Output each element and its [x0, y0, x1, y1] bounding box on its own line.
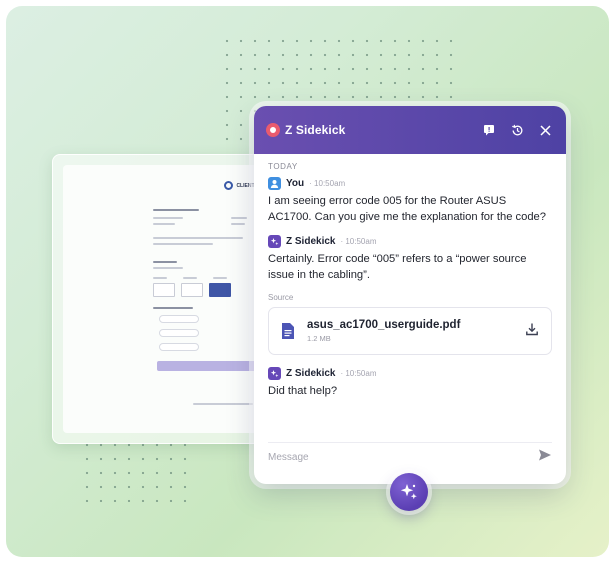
option-box: [153, 283, 175, 297]
document-icon: [282, 323, 294, 339]
chat-message: Z Sidekick · 10:50am Did that help?: [268, 367, 552, 399]
form-preview-page: CLIENT LO...: [63, 165, 273, 433]
message-input[interactable]: [268, 452, 488, 463]
history-button[interactable]: [510, 123, 524, 137]
form-subheading: [153, 307, 193, 309]
chat-brand: Z Sidekick: [266, 123, 345, 137]
form-line: [213, 277, 227, 279]
sidekick-logo-icon: [266, 123, 280, 137]
bot-avatar: [268, 367, 281, 380]
form-line: [153, 267, 183, 269]
chat-message: Z Sidekick · 10:50am Certainly. Error co…: [268, 235, 552, 283]
form-footer-line: [193, 403, 253, 405]
form-heading: [153, 209, 199, 211]
sidekick-launcher-button[interactable]: [390, 473, 428, 511]
message-sender: You: [286, 178, 305, 189]
message-time-value: 10:50am: [345, 237, 377, 246]
send-button[interactable]: [538, 448, 552, 467]
header-actions: [482, 123, 552, 137]
message-header: You · 10:50am: [268, 177, 552, 190]
form-line: [153, 243, 213, 245]
form-line: [153, 277, 167, 279]
form-line: [153, 217, 183, 219]
history-icon: [511, 124, 522, 135]
message-time: · 10:50am: [340, 369, 377, 378]
message-text: I am seeing error code 005 for the Route…: [268, 195, 547, 223]
form-line: [183, 277, 197, 279]
file-size: 1.2 MB: [307, 334, 331, 343]
download-icon: [526, 323, 538, 335]
form-line: [231, 217, 247, 219]
file-details: asus_ac1700_userguide.pdf 1.2 MB: [307, 319, 460, 343]
message-time-value: 10:50am: [314, 179, 346, 188]
form-subheading: [153, 261, 177, 263]
sparkle-icon: [270, 238, 279, 246]
option-box: [181, 283, 203, 297]
feedback-button[interactable]: [482, 123, 496, 137]
message-composer: [268, 442, 552, 472]
day-divider: TODAY: [268, 162, 298, 171]
form-input-preview: [159, 343, 199, 351]
form-input-preview: [159, 315, 199, 323]
form-input-preview: [159, 329, 199, 337]
message-time: · 10:50am: [309, 179, 346, 188]
message-text: Certainly. Error code “005” refers to a …: [268, 253, 527, 281]
close-icon: [539, 124, 551, 136]
file-name: asus_ac1700_userguide.pdf: [307, 319, 461, 331]
option-box-selected: [209, 283, 231, 297]
chat-body: TODAY You · 10:50am I am seeing error co…: [254, 154, 566, 436]
download-button[interactable]: [525, 322, 539, 341]
sparkle-icon: [270, 370, 279, 378]
chat-title: Z Sidekick: [285, 123, 346, 137]
message-sender: Z Sidekick: [286, 368, 336, 379]
user-icon: [270, 180, 279, 188]
form-line: [153, 237, 243, 239]
message-time-value: 10:50am: [345, 369, 377, 378]
user-avatar: [268, 177, 281, 190]
form-line: [231, 223, 245, 225]
source-label: Source: [268, 293, 294, 302]
brand-ring-icon: [224, 181, 234, 190]
message-header: Z Sidekick · 10:50am: [268, 367, 552, 380]
close-button[interactable]: [538, 123, 552, 137]
chat-header: Z Sidekick: [254, 106, 566, 154]
feedback-icon: [484, 125, 494, 136]
form-line: [153, 223, 175, 225]
message-text: Did that help?: [268, 385, 338, 397]
form-submit-preview: [157, 361, 267, 371]
chat-message: You · 10:50am I am seeing error code 005…: [268, 177, 552, 225]
message-sender: Z Sidekick: [286, 236, 336, 247]
sparkle-icon: [400, 484, 417, 500]
file-info: asus_ac1700_userguide.pdf 1.2 MB: [281, 319, 460, 343]
source-file-card[interactable]: asus_ac1700_userguide.pdf 1.2 MB: [268, 307, 552, 355]
bot-avatar: [268, 235, 281, 248]
message-time: · 10:50am: [340, 237, 377, 246]
dot-pattern-bottom: [80, 438, 192, 502]
send-icon: [539, 449, 551, 461]
sidekick-chat-window: Z Sidekick TODAY You · 10:50am I am seei…: [254, 106, 566, 484]
background-form-preview: CLIENT LO...: [52, 154, 284, 444]
message-header: Z Sidekick · 10:50am: [268, 235, 552, 248]
